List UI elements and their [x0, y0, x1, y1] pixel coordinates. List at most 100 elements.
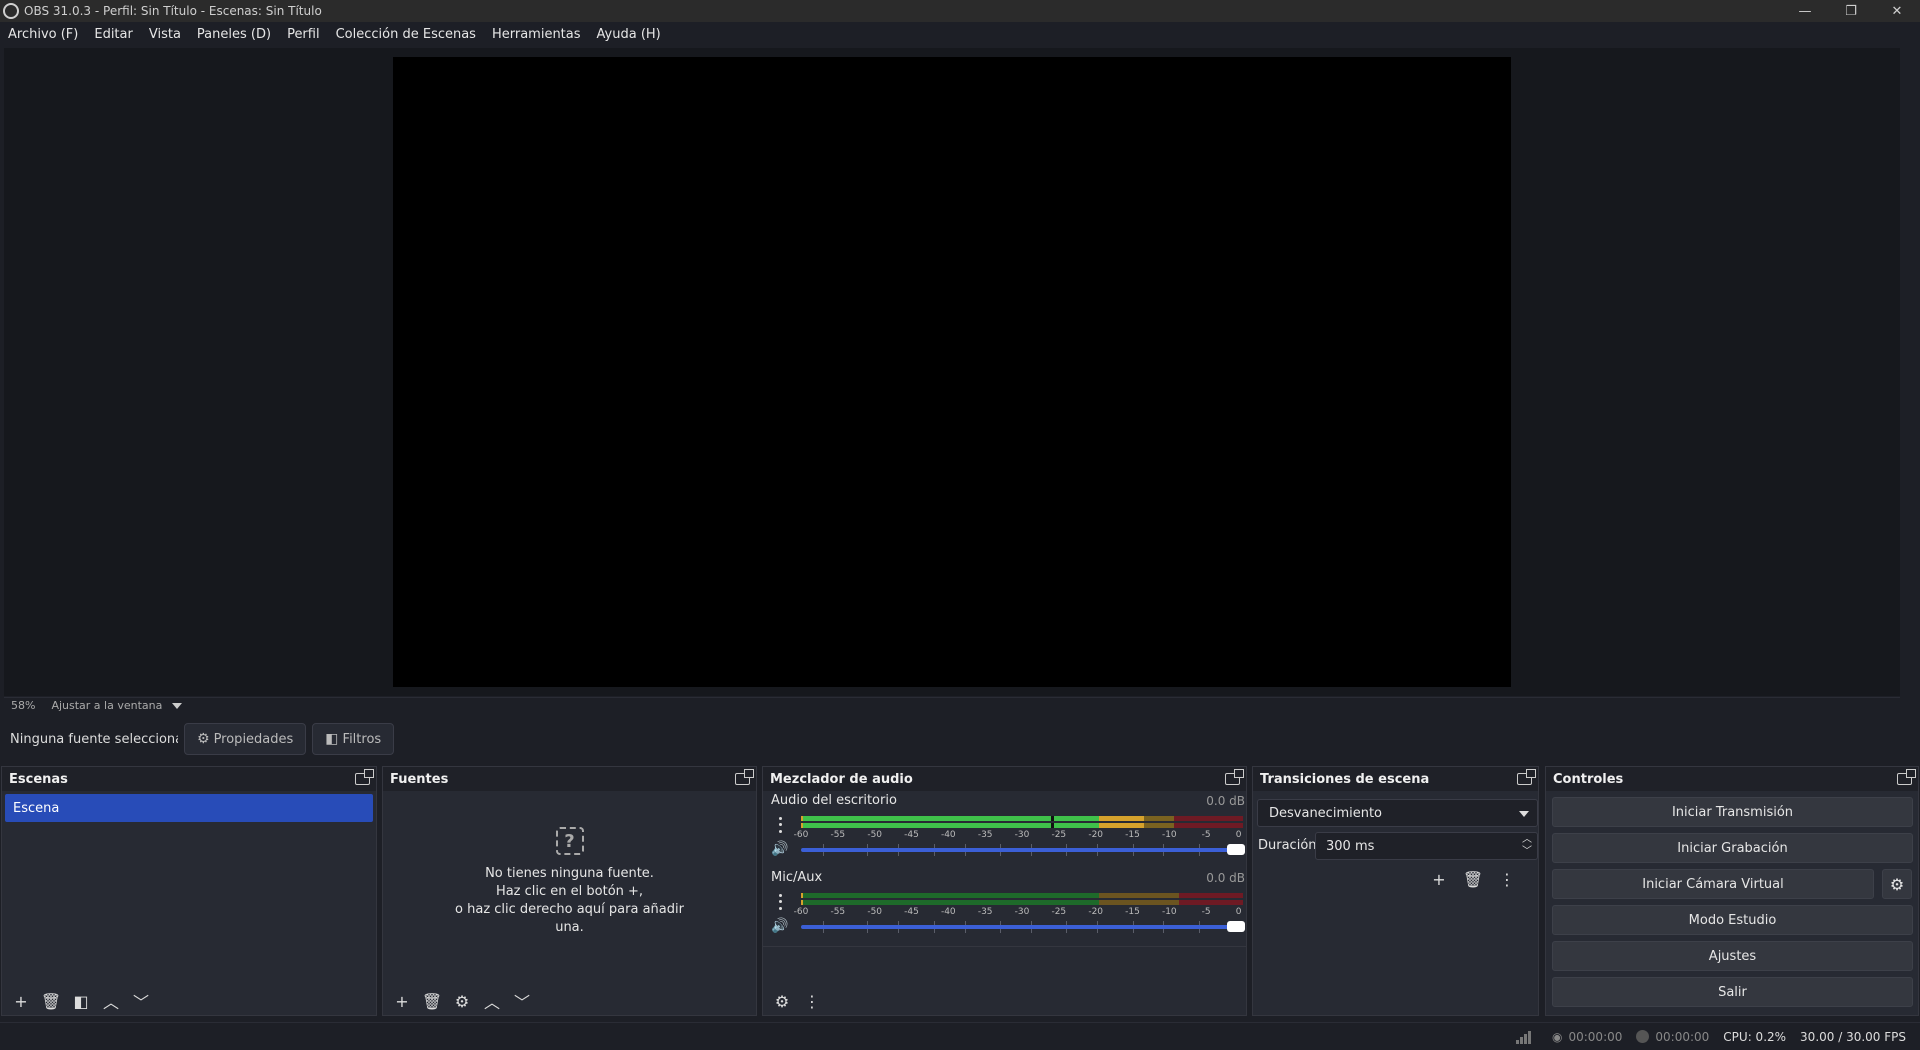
mixer-track: Mic/Aux 0.0 dB -60 -55 -50 -45 -40 -35 -…: [769, 870, 1249, 944]
scene-list-item[interactable]: Escena: [5, 794, 373, 822]
menu-coleccion-escenas[interactable]: Colección de Escenas: [336, 27, 476, 42]
exit-button[interactable]: Salir: [1552, 977, 1913, 1007]
filter-icon[interactable]: ◧: [68, 989, 94, 1013]
undock-icon[interactable]: [355, 769, 374, 785]
kebab-menu-icon[interactable]: ⋮: [799, 989, 825, 1013]
preview-area: [4, 48, 1900, 696]
scale-tick: -30: [1014, 830, 1030, 840]
menu-archivo[interactable]: Archivo (F): [8, 27, 78, 42]
scale-tick: -25: [1051, 830, 1067, 840]
gear-icon[interactable]: ⚙: [449, 989, 475, 1013]
kebab-menu-icon[interactable]: [772, 815, 788, 835]
meter-scale: -60 -55 -50 -45 -40 -35 -30 -25 -20 -15 …: [794, 830, 1243, 840]
volume-slider[interactable]: [801, 844, 1245, 855]
scale-tick: -15: [1125, 830, 1140, 840]
menu-paneles[interactable]: Paneles (D): [197, 27, 271, 42]
volume-slider[interactable]: [801, 921, 1245, 932]
minimize-button[interactable]: —: [1782, 0, 1828, 22]
duration-spinner[interactable]: ︿ ﹀: [1521, 835, 1533, 857]
scale-tick: -55: [830, 830, 846, 840]
start-stream-button[interactable]: Iniciar Transmisión: [1552, 797, 1913, 827]
sources-title: Fuentes: [390, 771, 449, 787]
scale-tick: -10: [1161, 907, 1177, 917]
menu-ayuda[interactable]: Ayuda (H): [597, 27, 661, 42]
properties-button[interactable]: ⚙ Propiedades: [184, 723, 307, 755]
add-icon[interactable]: +: [389, 989, 415, 1013]
filters-button[interactable]: ◧ Filtros: [312, 723, 395, 755]
scale-tick: -45: [904, 907, 919, 917]
virtual-camera-settings-gear-icon[interactable]: ⚙: [1882, 869, 1912, 899]
trash-icon[interactable]: 🗑: [419, 989, 445, 1013]
scale-tick: -10: [1161, 830, 1177, 840]
mixer-title: Mezclador de audio: [770, 771, 913, 787]
restore-button[interactable]: ❐: [1828, 0, 1874, 22]
transitions-title: Transiciones de escena: [1260, 771, 1430, 787]
preview-canvas[interactable]: [393, 57, 1511, 687]
menu-editar[interactable]: Editar: [94, 27, 133, 42]
gear-icon: ⚙: [197, 731, 210, 747]
chevron-up-icon[interactable]: ︿: [479, 989, 505, 1013]
track-name: Mic/Aux: [771, 870, 823, 885]
add-icon[interactable]: +: [8, 989, 34, 1013]
menu-herramientas[interactable]: Herramientas: [492, 27, 581, 42]
duration-input[interactable]: 300 ms ︿ ﹀: [1315, 832, 1538, 860]
speaker-icon[interactable]: 🔊: [771, 841, 788, 857]
volume-slider-handle[interactable]: [1227, 921, 1245, 932]
track-db: 0.0 dB: [1206, 871, 1245, 885]
record-dot-icon: [1636, 1030, 1650, 1043]
track-name: Audio del escritorio: [771, 793, 897, 808]
controls-dock-header: Controles: [1546, 767, 1918, 791]
scale-tick: -45: [904, 830, 919, 840]
start-recording-button[interactable]: Iniciar Grabación: [1552, 833, 1913, 863]
title-bar: OBS 31.0.3 - Perfil: Sin Título - Escena…: [0, 0, 1920, 22]
menu-perfil[interactable]: Perfil: [287, 27, 320, 42]
cpu-usage: CPU: 0.2%: [1723, 1029, 1787, 1044]
speaker-icon[interactable]: 🔊: [771, 918, 788, 934]
scale-tick: -25: [1051, 907, 1067, 917]
status-bar: ◉ 00:00:00 00:00:00 CPU: 0.2% 30.00 / 30…: [0, 1022, 1920, 1050]
add-icon[interactable]: +: [1426, 867, 1452, 891]
scale-tick: -50: [867, 830, 883, 840]
scale-tick: -60: [793, 907, 809, 917]
settings-button[interactable]: Ajustes: [1552, 941, 1913, 971]
controls-dock: Controles Iniciar Transmisión Iniciar Gr…: [1545, 766, 1919, 1016]
menu-vista[interactable]: Vista: [149, 27, 181, 42]
undock-icon[interactable]: [735, 769, 754, 785]
zoom-dropdown-icon[interactable]: [172, 702, 183, 709]
chevron-down-icon[interactable]: ﹀: [128, 989, 154, 1013]
kebab-menu-icon[interactable]: ⋮: [1494, 867, 1520, 891]
studio-mode-button[interactable]: Modo Estudio: [1552, 905, 1913, 935]
undock-icon[interactable]: [1517, 769, 1536, 785]
scale-tick: -5: [1201, 907, 1211, 917]
chevron-down-icon[interactable]: ﹀: [509, 989, 535, 1013]
duration-value: 300 ms: [1326, 838, 1375, 854]
scenes-title: Escenas: [9, 771, 68, 787]
scale-tick: -50: [867, 907, 883, 917]
transition-selected: Desvanecimiento: [1269, 805, 1383, 821]
chevron-down-icon: [1519, 811, 1529, 817]
mixer-toolbar: ⚙ ⋮: [763, 987, 1246, 1015]
record-time: 00:00:00: [1655, 1029, 1710, 1044]
undock-icon[interactable]: [1225, 769, 1244, 785]
spin-down-icon: ﹀: [1522, 846, 1532, 857]
no-source-label: Ninguna fuente seleccionada: [10, 731, 178, 747]
empty-line: una.: [555, 920, 584, 935]
transition-select[interactable]: Desvanecimiento: [1257, 799, 1538, 827]
advanced-audio-gear-icon[interactable]: ⚙: [769, 989, 795, 1013]
chevron-up-icon[interactable]: ︿: [98, 989, 124, 1013]
empty-line: o haz clic derecho aquí para añadir: [455, 902, 684, 917]
duration-label: Duración: [1258, 838, 1317, 853]
close-button[interactable]: ✕: [1874, 0, 1920, 22]
start-virtual-camera-button[interactable]: Iniciar Cámara Virtual: [1552, 869, 1874, 899]
undock-icon[interactable]: [1897, 769, 1916, 785]
trash-icon[interactable]: 🗑: [1460, 867, 1486, 891]
trash-icon[interactable]: 🗑: [38, 989, 64, 1013]
kebab-menu-icon[interactable]: [772, 892, 788, 912]
stream-time: 00:00:00: [1568, 1029, 1623, 1044]
audio-mixer-dock: Mezclador de audio Audio del escritorio …: [762, 766, 1247, 1016]
transition-tools: + 🗑 ⋮: [1426, 867, 1528, 891]
volume-slider-handle[interactable]: [1227, 844, 1245, 855]
fit-to-window-label[interactable]: Ajustar a la ventana: [51, 699, 162, 712]
scale-tick: -5: [1201, 830, 1211, 840]
question-icon: ?: [555, 827, 584, 855]
